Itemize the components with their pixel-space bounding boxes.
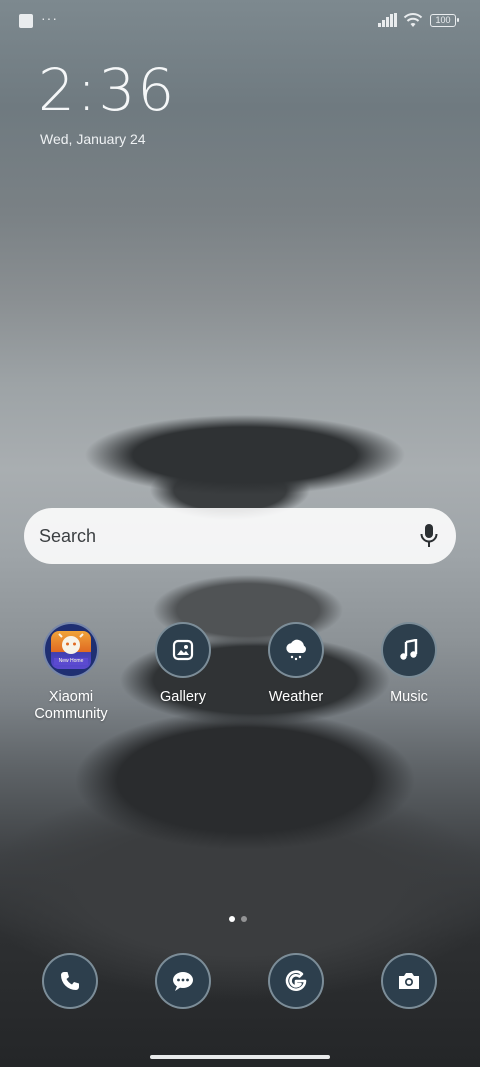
app-xiaomi-community[interactable]: New Home Xiaomi Community xyxy=(26,622,116,723)
mic-icon[interactable] xyxy=(418,523,440,549)
search-placeholder: Search xyxy=(39,526,97,546)
app-music[interactable]: Music xyxy=(364,622,454,706)
app-label: Xiaomi Community xyxy=(34,689,108,722)
app-label: Weather xyxy=(268,689,324,705)
home-gesture-bar[interactable] xyxy=(150,1055,330,1059)
lockscreen-time[interactable]: 2:36 xyxy=(38,56,176,124)
notification-square-icon xyxy=(19,14,33,28)
search-bar[interactable]: Search xyxy=(24,508,456,564)
community-badge: New Home xyxy=(54,658,88,665)
battery-icon: 100 xyxy=(430,14,459,27)
app-label: Music xyxy=(390,689,428,705)
music-icon xyxy=(381,622,437,678)
messages-icon[interactable] xyxy=(155,953,211,1009)
phone-icon[interactable] xyxy=(42,953,98,1009)
gallery-icon xyxy=(155,622,211,678)
app-weather[interactable]: Weather xyxy=(251,622,341,706)
weather-icon xyxy=(268,622,324,678)
page-dot-active[interactable] xyxy=(229,916,235,922)
google-icon[interactable] xyxy=(268,953,324,1009)
status-bar: ··· 100 xyxy=(0,0,480,42)
app-gallery[interactable]: Gallery xyxy=(138,622,228,706)
signal-icon xyxy=(378,13,397,27)
lockscreen-date[interactable]: Wed, January 24 xyxy=(40,131,146,147)
page-dot[interactable] xyxy=(241,916,247,922)
xiaomi-community-icon: New Home xyxy=(43,622,99,678)
more-notifications-indicator: ··· xyxy=(41,10,58,26)
wifi-icon xyxy=(403,13,423,27)
page-indicator xyxy=(229,909,253,927)
camera-icon[interactable] xyxy=(381,953,437,1009)
app-label: Gallery xyxy=(160,689,206,705)
